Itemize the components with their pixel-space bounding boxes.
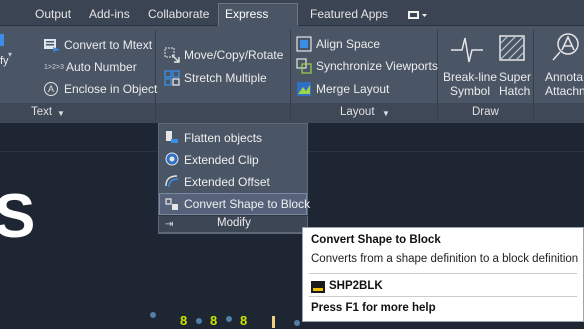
tooltip-divider [309, 273, 577, 274]
align-space-icon [296, 36, 312, 55]
chevron-down-icon[interactable]: ▼ [57, 109, 65, 118]
menu-item-extended-offset[interactable]: Extended Offset [159, 171, 307, 193]
move-copy-rotate-icon [164, 47, 180, 66]
canvas-mark: 8 [180, 313, 188, 328]
text-panel-footer[interactable]: Text [31, 106, 52, 118]
ribbon-tab-bar: Output Add-ins Collaborate Express Tools… [0, 0, 584, 41]
panel-toggle-icon[interactable] [408, 9, 428, 23]
move-copy-rotate-button[interactable]: Move/Copy/Rotate [184, 48, 283, 62]
panel-separator [290, 30, 291, 120]
canvas-mark: 8 [210, 313, 218, 328]
tooltip-divider [309, 296, 577, 297]
auto-number-button[interactable]: Auto Number [66, 60, 137, 74]
partial-chevron: ▾ [8, 50, 13, 59]
convert-to-mtext-button[interactable]: Convert to Mtext [64, 38, 152, 52]
break-line-label[interactable]: Break-line [443, 70, 497, 84]
layout-panel-footer[interactable]: Layout [340, 106, 375, 118]
tab-collaborate[interactable]: Collaborate [146, 4, 211, 24]
canvas-line [272, 316, 275, 328]
menu-item-flatten-objects[interactable]: Flatten objects [159, 127, 307, 149]
menu-item-label: Convert Shape to Block [184, 197, 311, 211]
canvas-dot [150, 312, 156, 318]
super-hatch-label-2[interactable]: Hatch [499, 84, 530, 98]
menu-item-extended-clip[interactable]: Extended Clip [159, 149, 307, 171]
chevron-down-icon[interactable]: ▼ [382, 109, 390, 118]
convert-shape-icon [165, 197, 179, 214]
break-line-symbol-icon [450, 34, 484, 69]
synchronize-viewports-icon [296, 58, 312, 77]
menu-item-label: Flatten objects [184, 131, 263, 145]
canvas-dot [294, 320, 300, 326]
tab-output[interactable]: Output [33, 4, 73, 24]
convert-mtext-icon [44, 39, 60, 56]
tooltip-command-name: SHP2BLK [329, 280, 383, 292]
modify-panel-footer[interactable]: Modify [217, 217, 251, 229]
canvas-mark: 8 [240, 313, 248, 328]
menu-item-label: Extended Offset [184, 175, 270, 189]
merge-layout-icon [296, 81, 312, 100]
menu-item-label: Extended Clip [184, 153, 259, 167]
canvas-large-letter: S [0, 182, 36, 251]
merge-layout-button[interactable]: Merge Layout [316, 82, 389, 96]
break-line-label-2[interactable]: Symbol [450, 84, 490, 98]
panel-separator [437, 30, 438, 120]
extended-clip-icon [165, 152, 179, 169]
tab-express-tools[interactable]: Express Tools [218, 3, 298, 41]
pin-icon[interactable]: ⇥ [165, 219, 173, 230]
tab-add-ins[interactable]: Add-ins [87, 4, 132, 24]
command-icon [311, 281, 325, 296]
annotation-icon [552, 32, 580, 65]
flatten-objects-icon [165, 130, 179, 147]
menu-item-convert-shape-to-block[interactable]: Convert Shape to Block [159, 193, 311, 215]
partial-icon [0, 34, 4, 46]
auto-number-icon: 1>2>3 [44, 64, 64, 71]
extended-offset-icon [165, 174, 179, 191]
draw-panel-footer: Draw [472, 106, 499, 118]
annotation-label[interactable]: Annota [545, 70, 583, 84]
tab-featured-apps[interactable]: Featured Apps [308, 4, 390, 24]
enclose-in-object-button[interactable]: Enclose in Object [64, 82, 157, 96]
stretch-multiple-button[interactable]: Stretch Multiple [184, 71, 267, 85]
modify-panel-footer-bar: ⇥ Modify [158, 215, 308, 233]
enclose-object-icon: A [44, 82, 58, 96]
stretch-multiple-icon [164, 70, 180, 89]
canvas-dot [196, 318, 202, 324]
panel-separator [533, 30, 534, 120]
panel-separator [155, 30, 156, 120]
tooltip-title: Convert Shape to Block [311, 234, 441, 246]
canvas-dot [226, 316, 232, 322]
synchronize-viewports-button[interactable]: Synchronize Viewports [316, 59, 438, 73]
command-tooltip: Convert Shape to Block Converts from a s… [302, 227, 584, 322]
super-hatch-icon [498, 34, 526, 67]
align-space-button[interactable]: Align Space [316, 37, 380, 51]
tooltip-description: Converts from a shape definition to a bl… [311, 253, 579, 265]
tooltip-help-text: Press F1 for more help [311, 302, 436, 314]
super-hatch-label[interactable]: Super [499, 70, 531, 84]
annotation-label-2[interactable]: Attachn [545, 84, 584, 98]
